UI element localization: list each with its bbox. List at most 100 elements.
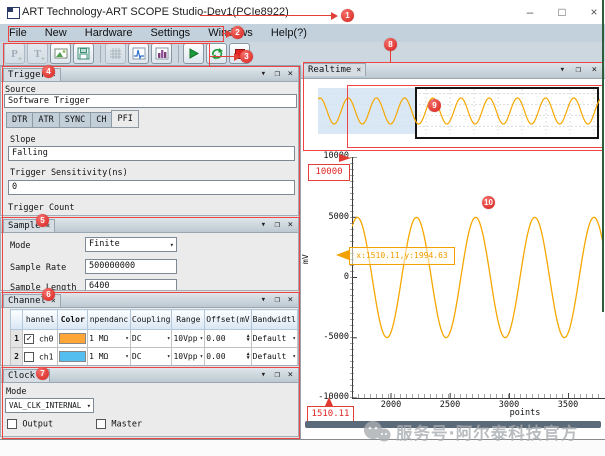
histogram-view-button[interactable] <box>151 43 172 64</box>
slope-combobox[interactable]: Falling <box>8 146 295 161</box>
float-window-icon[interactable]: ❐ <box>275 220 280 230</box>
p-icon: P <box>11 48 18 60</box>
y-axis-minor-ticks <box>350 157 354 398</box>
waveform-view-button[interactable] <box>128 43 149 64</box>
cursor-tooltip: x:1510.11,y:1994.63 <box>349 247 455 265</box>
tab-sync[interactable]: SYNC <box>59 112 90 128</box>
dock-menu-icon[interactable]: ▾ <box>560 65 565 75</box>
realtime-tab[interactable]: Realtime × <box>303 63 366 76</box>
clock-mode-combobox[interactable]: VAL_CLK_INTERNAL ▾ <box>5 398 94 413</box>
tab-atr[interactable]: ATR <box>32 112 58 128</box>
save-button[interactable] <box>73 43 94 64</box>
impedance-cell: 1 MΩ▾ <box>88 330 131 348</box>
master-checkbox[interactable] <box>96 419 106 429</box>
float-window-icon[interactable]: ❐ <box>275 295 280 305</box>
tab-pfi[interactable]: PFI <box>111 110 138 128</box>
start-button[interactable] <box>183 43 204 64</box>
menu-help[interactable]: Help(?) <box>262 27 316 39</box>
close-button[interactable]: × <box>585 4 603 20</box>
menu-new[interactable]: New <box>36 27 76 39</box>
offset-spinner[interactable]: ▲▼ <box>247 334 250 342</box>
float-window-icon[interactable]: ❐ <box>576 65 581 75</box>
y-tick-5000: 5000 <box>313 212 349 222</box>
toolbar-separator <box>100 45 101 63</box>
dock-menu-icon[interactable]: ▾ <box>261 69 266 79</box>
menu-hardware[interactable]: Hardware <box>76 27 142 39</box>
chevron-down-icon: ▾ <box>167 335 171 342</box>
col-range: Range <box>172 310 205 330</box>
continuous-button[interactable] <box>206 43 227 64</box>
impedance-cell: 1 MΩ▾ <box>88 348 131 366</box>
coupling-combobox[interactable]: DC▾ <box>132 352 171 361</box>
sample-mode-combobox[interactable]: Finite ▾ <box>85 237 177 252</box>
bandwidth-combobox[interactable]: Default▾ <box>253 352 296 361</box>
sample-rate-input[interactable]: 500000000 <box>85 259 177 274</box>
x-axis-minor-ticks <box>352 394 604 398</box>
sample-length-input[interactable]: 6400 <box>85 279 177 291</box>
histogram-icon <box>155 47 169 60</box>
col-bandwidth: Bandwidtl <box>251 310 297 330</box>
menu-settings[interactable]: Settings <box>141 27 199 39</box>
output-checkbox[interactable] <box>7 419 17 429</box>
close-panel-icon[interactable]: × <box>288 69 293 79</box>
sensitivity-label: Trigger Sensitivity(ns) <box>10 168 128 178</box>
dock-menu-icon[interactable]: ▾ <box>261 370 266 380</box>
color-swatch[interactable] <box>59 351 86 362</box>
channel-checkbox[interactable] <box>24 352 34 362</box>
channel-name: ch0 <box>39 334 53 343</box>
grid-icon <box>109 47 122 60</box>
annotation-circle-8: 8 <box>384 38 397 51</box>
trigger-source-field[interactable]: Software Trigger <box>4 94 297 108</box>
offset-spinner[interactable]: ▲▼ <box>247 352 250 360</box>
clock-mode-label: Mode <box>6 387 26 397</box>
table-row: 2 ch1 1 MΩ▾ DC▾ 10Vpp▾ ▲▼0.00 Default▾ <box>11 348 298 366</box>
app-icon <box>7 7 20 19</box>
range-combobox[interactable]: 10Vpp▾ <box>173 334 203 343</box>
realtime-title: Realtime <box>308 65 351 75</box>
channel-checkbox[interactable]: ✓ <box>24 334 34 344</box>
sample-panel: Sample× ▾ ❐ × Mode Finite ▾ Sample Rate … <box>0 217 299 291</box>
clock-title: Clock <box>8 371 35 381</box>
minimize-button[interactable]: – <box>521 4 539 20</box>
close-tab-icon[interactable]: × <box>356 65 361 74</box>
bandwidth-combobox[interactable]: Default▾ <box>253 334 296 343</box>
sensitivity-input[interactable]: 0 <box>8 180 295 195</box>
close-panel-icon[interactable]: × <box>288 370 293 380</box>
chevron-down-icon: ▾ <box>170 239 174 252</box>
coupling-cell: DC▾ <box>130 348 172 366</box>
grid-view-button[interactable] <box>105 43 126 64</box>
add-t-button[interactable]: T + <box>27 43 48 64</box>
dock-menu-icon[interactable]: ▾ <box>261 295 266 305</box>
channel-panel: Channel× ▾ ❐ × hannel Color npendanc Cou… <box>0 292 299 366</box>
dock-menu-icon[interactable]: ▾ <box>261 220 266 230</box>
channel-enable-cell: ✓ ch0 <box>23 330 58 348</box>
x-tick-3500: 3500 <box>554 400 582 410</box>
trigger-tabs: DTRATRSYNCCHPFI <box>6 111 139 129</box>
channel-table-header: hannel Color npendanc Coupling Range Off… <box>11 310 298 330</box>
impedance-combobox[interactable]: 1 MΩ▾ <box>89 334 129 343</box>
export-image-button[interactable] <box>50 43 71 64</box>
close-panel-icon[interactable]: × <box>288 295 293 305</box>
tab-dtr[interactable]: DTR <box>6 112 32 128</box>
range-cell: 10Vpp▾ <box>172 330 205 348</box>
close-panel-icon[interactable]: × <box>288 220 293 230</box>
tab-ch[interactable]: CH <box>90 112 111 128</box>
plus-icon: + <box>18 55 22 63</box>
close-panel-icon[interactable]: × <box>592 65 597 75</box>
color-swatch[interactable] <box>59 333 86 344</box>
maximize-button[interactable]: □ <box>553 4 571 20</box>
coupling-combobox[interactable]: DC▾ <box>132 334 171 343</box>
chevron-down-icon: ▾ <box>200 335 204 342</box>
master-label: Master <box>111 420 142 430</box>
float-window-icon[interactable]: ❐ <box>275 69 280 79</box>
menu-file[interactable]: File <box>0 27 36 39</box>
range-combobox[interactable]: 10Vpp▾ <box>173 352 203 361</box>
col-impedance: npendanc <box>88 310 131 330</box>
impedance-combobox[interactable]: 1 MΩ▾ <box>89 352 129 361</box>
realtime-panel-header: Realtime × ▾ ❐ × <box>301 62 605 79</box>
y-axis-max-box[interactable]: 10000 <box>308 164 350 181</box>
add-p-button[interactable]: P + <box>4 43 25 64</box>
float-window-icon[interactable]: ❐ <box>275 370 280 380</box>
annotation-circle-10: 10 <box>482 196 495 209</box>
col-offset: Offset(mV <box>205 310 251 330</box>
